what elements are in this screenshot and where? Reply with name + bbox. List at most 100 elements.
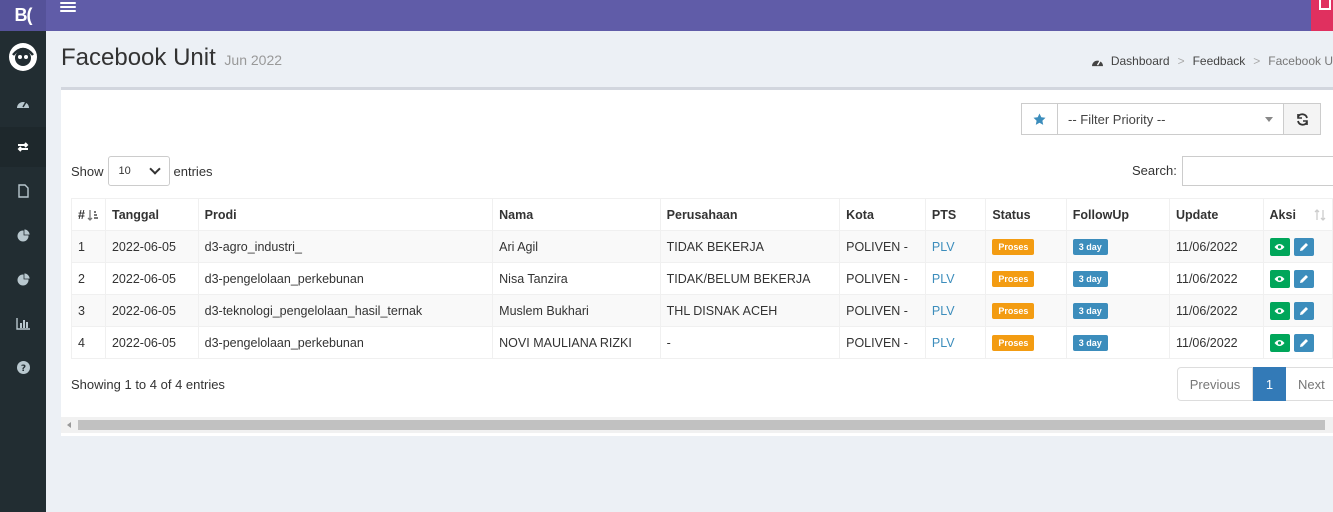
sort-icon bbox=[87, 210, 98, 222]
chevron-down-icon bbox=[148, 163, 161, 175]
column-header-prodi[interactable]: Prodi bbox=[197, 198, 494, 231]
sidebar-toggle-button[interactable] bbox=[58, 0, 78, 16]
edit-button[interactable] bbox=[1293, 333, 1314, 352]
column-header-update[interactable]: Update bbox=[1168, 198, 1264, 231]
content-box: -- Filter Priority -- Show 10 entries Se… bbox=[61, 87, 1333, 436]
cell-nama: Ari Agil bbox=[492, 230, 661, 263]
cell-aksi bbox=[1262, 326, 1333, 359]
feedback-table: # Tanggal Prodi Nama Perusahaan Kota PTS… bbox=[71, 198, 1333, 359]
cell-pts[interactable]: PLV bbox=[924, 230, 987, 263]
cell-status: Proses bbox=[985, 294, 1067, 327]
cell-status: Proses bbox=[985, 262, 1067, 295]
status-badge: Proses bbox=[992, 302, 1035, 319]
pencil-icon bbox=[1299, 306, 1308, 315]
sidebar-item-feedback[interactable] bbox=[0, 127, 46, 167]
status-badge: Proses bbox=[992, 238, 1035, 255]
view-button[interactable] bbox=[1269, 333, 1290, 352]
table-row: 2 2022-06-05 d3-pengelolaan_perkebunan Nisa… bbox=[71, 262, 1333, 295]
column-header-status[interactable]: Status bbox=[985, 198, 1067, 231]
column-header-tanggal[interactable]: Tanggal bbox=[104, 198, 199, 231]
entries-label: entries bbox=[173, 163, 213, 179]
dashboard-icon bbox=[1091, 59, 1103, 66]
question-icon: ? bbox=[16, 360, 30, 374]
refresh-button[interactable] bbox=[1284, 103, 1321, 135]
column-header-perusahaan[interactable]: Perusahaan bbox=[659, 198, 841, 231]
cell-aksi bbox=[1262, 262, 1333, 295]
breadcrumb-dashboard[interactable]: Dashboard bbox=[1111, 54, 1170, 68]
sidebar-item-report-1[interactable] bbox=[0, 215, 46, 255]
cell-followup: 3 day bbox=[1065, 294, 1170, 327]
cell-tanggal: 2022-06-05 bbox=[104, 262, 199, 295]
cell-no: 2 bbox=[71, 262, 106, 295]
column-header-no[interactable]: # bbox=[71, 198, 106, 231]
priority-filter-group: -- Filter Priority -- bbox=[1021, 103, 1321, 135]
scrollbar-thumb[interactable] bbox=[78, 420, 1325, 430]
sidebar: ? bbox=[0, 31, 46, 512]
cell-perusahaan: TIDAK BEKERJA bbox=[659, 230, 841, 263]
pagination-previous-button[interactable]: Previous bbox=[1177, 367, 1253, 401]
edit-button[interactable] bbox=[1293, 301, 1314, 320]
status-badge: Proses bbox=[992, 270, 1035, 287]
cell-pts[interactable]: PLV bbox=[924, 262, 987, 295]
cell-prodi: d3-pengelolaan_perkebunan bbox=[197, 262, 494, 295]
status-badge: Proses bbox=[992, 334, 1035, 351]
page-title-text: Facebook Unit bbox=[61, 44, 216, 71]
column-header-kota[interactable]: Kota bbox=[839, 198, 926, 231]
page-subtitle: Jun 2022 bbox=[224, 52, 283, 68]
cell-pts[interactable]: PLV bbox=[924, 294, 987, 327]
avatar[interactable] bbox=[9, 43, 37, 71]
view-button[interactable] bbox=[1269, 301, 1290, 320]
cell-kota: POLIVEN - bbox=[839, 262, 926, 295]
user-menu-button[interactable] bbox=[1311, 0, 1333, 31]
eye-icon bbox=[1274, 307, 1285, 314]
sidebar-item-dashboard[interactable] bbox=[0, 83, 46, 123]
table-length-control: Show 10 entries bbox=[71, 156, 213, 186]
sidebar-item-report-2[interactable] bbox=[0, 259, 46, 299]
table-row: 4 2022-06-05 d3-pengelolaan_perkebunan NOVI… bbox=[71, 326, 1333, 359]
entries-per-page-select[interactable]: 10 bbox=[107, 156, 170, 186]
edit-button[interactable] bbox=[1293, 269, 1314, 288]
priority-star-button[interactable] bbox=[1021, 103, 1058, 135]
cell-tanggal: 2022-06-05 bbox=[104, 294, 199, 327]
table-row: 3 2022-06-05 d3-teknologi_pengelolaan_hasi… bbox=[71, 294, 1333, 327]
sidebar-item-documents[interactable] bbox=[0, 171, 46, 211]
scroll-left-icon[interactable] bbox=[67, 422, 71, 428]
column-header-followup[interactable]: FollowUp bbox=[1065, 198, 1170, 231]
cell-no: 1 bbox=[71, 230, 106, 263]
user-icon bbox=[1319, 0, 1331, 10]
cell-status: Proses bbox=[985, 326, 1067, 359]
view-button[interactable] bbox=[1269, 237, 1290, 256]
column-header-nama[interactable]: Nama bbox=[492, 198, 661, 231]
dashboard-icon bbox=[17, 101, 29, 108]
cell-pts[interactable]: PLV bbox=[924, 326, 987, 359]
column-header-aksi[interactable]: Aksi bbox=[1262, 198, 1333, 231]
breadcrumb-current: Facebook U bbox=[1268, 54, 1333, 68]
app-logo[interactable]: B( bbox=[0, 0, 46, 31]
filter-priority-select[interactable]: -- Filter Priority -- bbox=[1058, 103, 1284, 135]
followup-badge: 3 day bbox=[1072, 270, 1108, 287]
column-header-pts[interactable]: PTS bbox=[924, 198, 987, 231]
cell-aksi bbox=[1262, 294, 1333, 327]
search-input[interactable] bbox=[1182, 156, 1333, 186]
sidebar-item-help[interactable]: ? bbox=[0, 347, 46, 387]
cell-prodi: d3-teknologi_pengelolaan_hasil_ternak bbox=[197, 294, 494, 327]
view-button[interactable] bbox=[1269, 269, 1290, 288]
pagination-next-button[interactable]: Next bbox=[1286, 367, 1333, 401]
eye-icon bbox=[1274, 339, 1285, 346]
sort-icon bbox=[1314, 209, 1326, 222]
pie-chart-icon bbox=[17, 228, 30, 241]
pagination-page-1[interactable]: 1 bbox=[1253, 367, 1286, 401]
cell-perusahaan: TIDAK/BELUM BEKERJA bbox=[659, 262, 841, 295]
cell-kota: POLIVEN - bbox=[839, 230, 926, 263]
cell-tanggal: 2022-06-05 bbox=[104, 230, 199, 263]
entries-per-page-value: 10 bbox=[118, 165, 131, 177]
sidebar-item-statistics[interactable] bbox=[0, 303, 46, 343]
bar-chart-icon bbox=[15, 317, 30, 330]
table-info: Showing 1 to 4 of 4 entries bbox=[71, 377, 225, 392]
pencil-icon bbox=[1299, 274, 1308, 283]
cell-nama: Muslem Bukhari bbox=[492, 294, 661, 327]
cell-kota: POLIVEN - bbox=[839, 294, 926, 327]
edit-button[interactable] bbox=[1293, 237, 1314, 256]
breadcrumb-feedback[interactable]: Feedback bbox=[1193, 54, 1246, 68]
horizontal-scrollbar[interactable] bbox=[61, 417, 1333, 433]
